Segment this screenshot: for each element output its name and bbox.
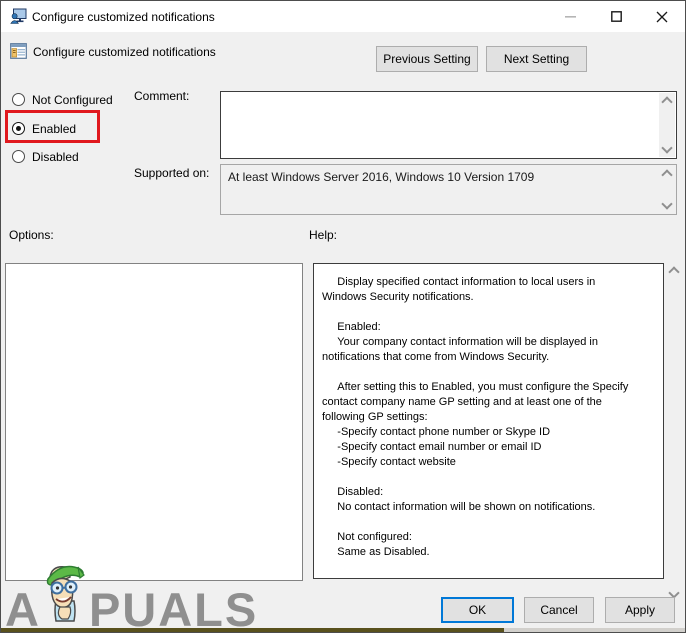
minimize-button[interactable] xyxy=(547,1,593,32)
options-panel xyxy=(5,263,303,581)
scroll-up-icon[interactable] xyxy=(661,96,673,108)
comment-scrollbar[interactable] xyxy=(659,93,675,157)
comment-input[interactable] xyxy=(222,93,659,157)
setting-title: Configure customized notifications xyxy=(33,45,216,59)
ok-button[interactable]: OK xyxy=(441,597,514,623)
comment-field-container xyxy=(220,91,677,159)
cancel-button[interactable]: Cancel xyxy=(524,597,594,623)
close-button[interactable] xyxy=(639,1,685,32)
help-scrollbar[interactable] xyxy=(666,265,681,600)
scroll-up-icon[interactable] xyxy=(661,169,673,181)
window-title: Configure customized notifications xyxy=(32,10,215,24)
options-label: Options: xyxy=(9,228,54,242)
watermark-text: PUALS xyxy=(88,583,259,633)
supported-on-label: Supported on: xyxy=(134,166,210,180)
watermark-text: A xyxy=(5,583,41,633)
radio-label: Disabled xyxy=(32,149,79,164)
maximize-button[interactable] xyxy=(593,1,639,32)
radio-disabled[interactable]: Disabled xyxy=(12,148,79,165)
comment-label: Comment: xyxy=(134,89,190,103)
previous-setting-button[interactable]: Previous Setting xyxy=(376,46,478,72)
supported-on-field: At least Windows Server 2016, Windows 10… xyxy=(220,164,677,215)
help-label: Help: xyxy=(309,228,338,242)
apply-button[interactable]: Apply xyxy=(605,597,675,623)
next-setting-button[interactable]: Next Setting xyxy=(486,46,587,72)
scroll-up-icon[interactable] xyxy=(667,266,680,278)
window-controls xyxy=(547,1,685,32)
scroll-down-icon[interactable] xyxy=(661,198,673,210)
scroll-down-icon[interactable] xyxy=(661,142,673,154)
radio-circle-icon xyxy=(12,93,25,106)
group-policy-setting-icon xyxy=(10,43,27,64)
supported-scrollbar[interactable] xyxy=(659,166,675,213)
help-panel: Display specified contact information to… xyxy=(313,263,664,579)
policy-setting-dialog: Configure customized notifications Confi… xyxy=(0,0,686,633)
background-strip xyxy=(504,628,685,632)
system-monitor-icon xyxy=(10,8,27,30)
background-strip xyxy=(1,628,504,632)
dialog-body: Configure customized notifications Previ… xyxy=(1,32,685,632)
supported-on-value: At least Windows Server 2016, Windows 10… xyxy=(228,170,535,184)
radio-circle-icon xyxy=(12,150,25,163)
title-bar: Configure customized notifications xyxy=(1,1,685,32)
annotation-highlight-box xyxy=(5,110,100,143)
radio-label: Not Configured xyxy=(32,92,113,107)
help-text: Display specified contact information to… xyxy=(322,276,629,558)
radio-not-configured[interactable]: Not Configured xyxy=(12,91,113,108)
